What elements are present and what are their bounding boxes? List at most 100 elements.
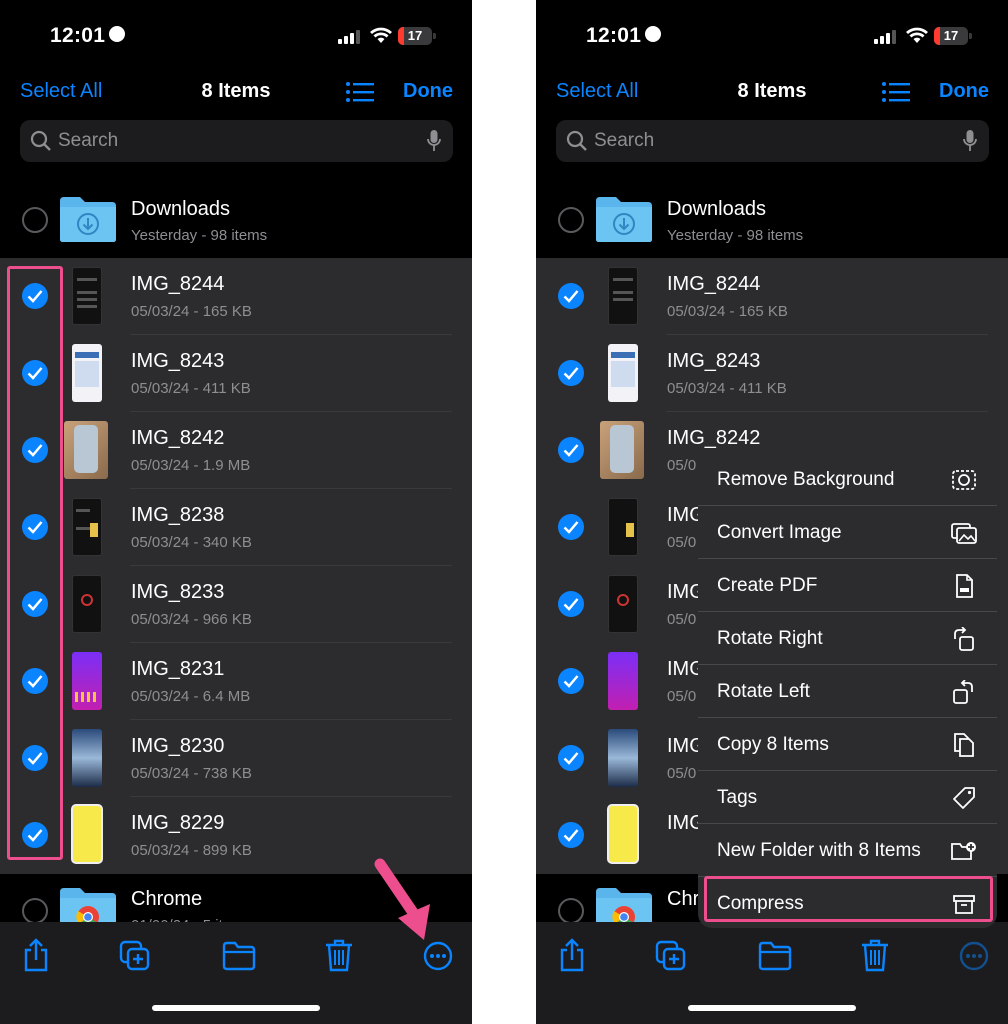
menu-item-rotate-left[interactable]: Rotate Left [698, 666, 997, 718]
downloads-folder-icon [60, 197, 116, 242]
checkmark-selected[interactable] [558, 360, 584, 386]
status-time: 12:01 [50, 24, 126, 48]
image-thumbnail [608, 575, 638, 633]
menu-item-label: Tags [717, 787, 758, 808]
move-folder-icon[interactable] [222, 938, 256, 972]
menu-item-create-pdf[interactable]: Create PDF [698, 560, 997, 612]
menu-item-label: New Folder with 8 Items [717, 840, 921, 861]
more-icon[interactable] [958, 938, 990, 972]
selection-highlight-box [7, 266, 63, 860]
image-thumbnail [72, 652, 102, 710]
focus-emoji-icon [645, 26, 662, 43]
file-meta: 05/03/24 - 1.9 MB [131, 457, 251, 474]
pointer-arrow-icon [374, 858, 430, 940]
menu-item-tags[interactable]: Tags [698, 772, 997, 824]
new-folder-icon [951, 842, 976, 860]
file-row[interactable]: IMG_8244 05/03/24 - 165 KB [536, 258, 1008, 335]
checkmark-icon [563, 444, 579, 457]
file-meta: 05/0 [667, 611, 697, 628]
trash-icon[interactable] [859, 938, 891, 972]
home-indicator [152, 1005, 320, 1011]
file-name: IMG_8229 [131, 812, 225, 834]
share-icon[interactable] [556, 938, 588, 972]
search-icon [566, 130, 587, 151]
focus-emoji-icon [109, 26, 126, 43]
file-row[interactable]: IMG_8230 05/03/24 - 738 KB [0, 720, 472, 797]
search-input[interactable]: Search [556, 120, 989, 162]
file-name: IMG_8238 [131, 504, 225, 526]
file-meta: 05/0 [667, 534, 697, 551]
microphone-icon[interactable] [963, 130, 977, 152]
file-name: IMG_8243 [131, 350, 225, 372]
file-row[interactable]: IMG_8233 05/03/24 - 966 KB [0, 566, 472, 643]
folder-meta: Yesterday - 98 items [667, 227, 804, 244]
share-icon[interactable] [20, 938, 52, 972]
home-indicator [688, 1005, 856, 1011]
signal-icon [874, 30, 898, 44]
selection-circle[interactable] [558, 207, 584, 233]
checkmark-selected[interactable] [558, 668, 584, 694]
menu-item-rotate-right[interactable]: Rotate Right [698, 613, 997, 665]
convert-image-icon [951, 523, 977, 544]
file-meta: 05/03/24 - 165 KB [131, 303, 252, 320]
search-input[interactable]: Search [20, 120, 453, 162]
image-thumbnail [608, 729, 638, 787]
menu-item-new-folder[interactable]: New Folder with 8 Items [698, 825, 997, 877]
selection-circle[interactable] [558, 898, 584, 924]
image-thumbnail [72, 729, 102, 787]
checkmark-icon [563, 367, 579, 380]
menu-item-label: Copy 8 Items [717, 734, 829, 755]
checkmark-selected[interactable] [558, 437, 584, 463]
folder-row-downloads[interactable]: Downloads Yesterday - 98 items [0, 181, 472, 258]
compress-highlight-box [704, 876, 993, 922]
battery-icon: 17 [934, 27, 968, 45]
move-folder-icon[interactable] [758, 938, 792, 972]
file-meta: 05/0 [667, 688, 697, 705]
folder-name: Downloads [131, 198, 230, 220]
duplicate-icon[interactable] [119, 938, 151, 972]
checkmark-selected[interactable] [558, 514, 584, 540]
rotate-right-icon [954, 627, 974, 651]
done-button[interactable]: Done [939, 80, 989, 103]
list-view-icon[interactable] [881, 80, 911, 104]
page-title: 8 Items [737, 80, 807, 102]
battery-icon: 17 [398, 27, 432, 45]
image-thumbnail [608, 652, 638, 710]
file-row[interactable]: IMG_8242 05/03/24 - 1.9 MB [0, 412, 472, 489]
more-icon[interactable] [422, 938, 454, 972]
image-thumbnail [607, 804, 639, 864]
file-name: IMG_8233 [131, 581, 225, 603]
selection-circle[interactable] [22, 207, 48, 233]
file-name: IMG_8243 [667, 350, 761, 372]
trash-icon[interactable] [323, 938, 355, 972]
list-view-icon[interactable] [345, 80, 375, 104]
menu-item-convert-image[interactable]: Convert Image [698, 507, 997, 559]
checkmark-selected[interactable] [558, 283, 584, 309]
status-time: 12:01 [586, 24, 662, 48]
page-title: 8 Items [201, 80, 271, 102]
menu-item-copy-items[interactable]: Copy 8 Items [698, 719, 997, 771]
file-name: IMG_8230 [131, 735, 225, 757]
checkmark-selected[interactable] [558, 745, 584, 771]
folder-row-downloads[interactable]: Downloads Yesterday - 98 items [536, 181, 1008, 258]
copy-icon [954, 733, 974, 757]
image-thumbnail [72, 498, 102, 556]
file-row[interactable]: IMG_8244 05/03/24 - 165 KB [0, 258, 472, 335]
search-icon [30, 130, 51, 151]
file-row[interactable]: IMG_8238 05/03/24 - 340 KB [0, 489, 472, 566]
microphone-icon[interactable] [427, 130, 441, 152]
checkmark-selected[interactable] [558, 591, 584, 617]
file-row[interactable]: IMG_8243 05/03/24 - 411 KB [0, 335, 472, 412]
checkmark-icon [563, 290, 579, 303]
file-row[interactable]: IMG_8231 05/03/24 - 6.4 MB [0, 643, 472, 720]
done-button[interactable]: Done [403, 80, 453, 103]
status-bar: 12:01 17 [536, 22, 1008, 52]
selection-circle[interactable] [22, 898, 48, 924]
menu-item-remove-background[interactable]: Remove Background [698, 454, 997, 506]
phone-screen-right: 12:01 17 Select All 8 Items Done Search … [536, 0, 1008, 1024]
file-row[interactable]: IMG_8243 05/03/24 - 411 KB [536, 335, 1008, 412]
duplicate-icon[interactable] [655, 938, 687, 972]
file-name: IMG_8242 [131, 427, 225, 449]
wifi-icon [906, 27, 928, 43]
checkmark-selected[interactable] [558, 822, 584, 848]
